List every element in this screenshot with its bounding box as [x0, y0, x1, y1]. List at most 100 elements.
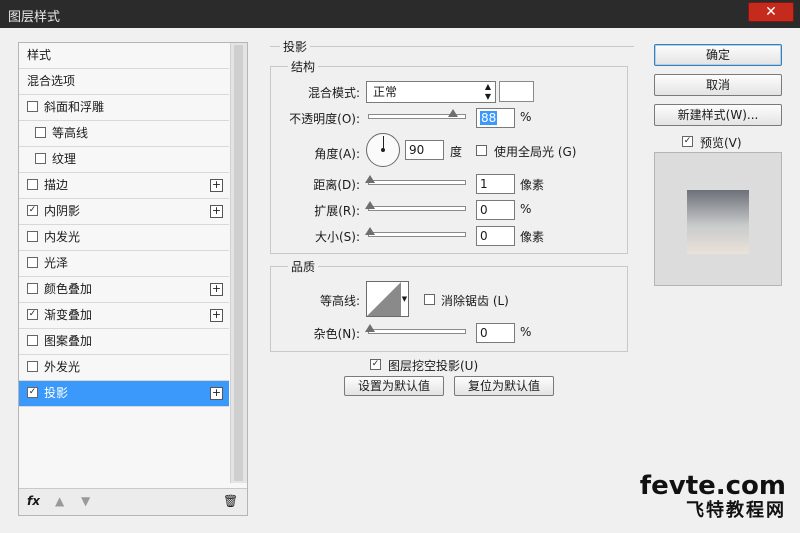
style-enable-checkbox[interactable]: [27, 257, 38, 268]
spread-slider-handle[interactable]: [365, 201, 375, 209]
style-list-item-label: 斜面和浮雕: [44, 100, 105, 114]
style-list: 样式混合选项斜面和浮雕等高线纹理描边 + ✓ 内阴影 + 内发光光泽颜色叠加 + ✓ 渐变叠加 +…: [19, 43, 229, 407]
style-list-item[interactable]: ✓ 投影 +: [19, 381, 229, 407]
preview-checkbox[interactable]: ✓: [682, 136, 693, 147]
size-slider-handle[interactable]: [365, 227, 375, 235]
add-style-instance-icon[interactable]: +: [210, 205, 223, 218]
style-list-item-label: 投影: [44, 386, 69, 400]
angle-unit: 度: [450, 145, 463, 159]
style-enable-checkbox[interactable]: [27, 179, 38, 190]
contour-dropdown-icon[interactable]: ▼: [401, 281, 409, 317]
spread-input[interactable]: 0: [476, 200, 515, 220]
add-style-instance-icon[interactable]: +: [210, 309, 223, 322]
style-list-item[interactable]: 斜面和浮雕: [19, 95, 229, 121]
style-list-item[interactable]: 混合选项: [19, 69, 229, 95]
style-enable-checkbox[interactable]: ✓: [27, 205, 38, 216]
distance-input[interactable]: 1: [476, 174, 515, 194]
distance-label: 距离(D):: [313, 178, 360, 192]
style-list-item-label: 混合选项: [27, 74, 76, 88]
add-style-instance-icon[interactable]: +: [210, 283, 223, 296]
size-input[interactable]: 0: [476, 226, 515, 246]
style-list-item-label: 渐变叠加: [44, 308, 93, 322]
arrow-down-icon[interactable]: ▼: [81, 494, 90, 508]
style-enable-checkbox[interactable]: [27, 335, 38, 346]
style-preview: [654, 152, 782, 286]
style-list-item-label: 内发光: [44, 230, 81, 244]
style-list-item-label: 内阴影: [44, 204, 81, 218]
style-enable-checkbox[interactable]: [27, 101, 38, 112]
angle-dial[interactable]: [366, 133, 400, 167]
new-style-button[interactable]: 新建样式(W)...: [654, 104, 782, 126]
anti-alias-checkbox[interactable]: [424, 294, 435, 305]
knockout-checkbox[interactable]: ✓: [370, 359, 381, 370]
blend-mode-value: 正常: [373, 85, 398, 99]
style-list-item-label: 样式: [27, 48, 52, 62]
select-arrows-icon: ▲ ▼: [484, 82, 491, 101]
watermark-logo: fevte.com 飞特教程网: [640, 472, 786, 522]
noise-slider-handle[interactable]: [365, 324, 375, 332]
style-enable-checkbox[interactable]: ✓: [27, 309, 38, 320]
trash-icon[interactable]: 🗑: [223, 494, 238, 508]
contour-picker[interactable]: [366, 281, 402, 317]
cancel-button[interactable]: 取消: [654, 74, 782, 96]
window-title: 图层样式: [8, 10, 61, 25]
opacity-label: 不透明度(O):: [289, 112, 360, 126]
style-enable-checkbox[interactable]: [27, 231, 38, 242]
opacity-slider[interactable]: [368, 109, 466, 119]
section-title: 投影: [280, 38, 311, 55]
style-list-item-label: 等高线: [52, 126, 89, 140]
fx-button[interactable]: fx: [27, 494, 40, 508]
noise-unit: %: [520, 325, 532, 339]
structure-title: 结构: [288, 58, 319, 75]
opacity-input[interactable]: 88: [476, 108, 515, 128]
size-slider[interactable]: [365, 227, 466, 237]
quality-title: 品质: [288, 258, 319, 275]
close-button[interactable]: ✕: [748, 2, 794, 22]
global-light-checkbox[interactable]: [476, 145, 487, 156]
style-list-item[interactable]: 描边 +: [19, 173, 229, 199]
noise-input[interactable]: 0: [476, 323, 515, 343]
anti-alias-label: 消除锯齿 (L): [441, 294, 509, 308]
preview-swatch: [687, 190, 749, 254]
add-style-instance-icon[interactable]: +: [210, 387, 223, 400]
global-light-label: 使用全局光 (G): [494, 145, 577, 159]
opacity-slider-handle[interactable]: [448, 109, 459, 117]
style-list-item-label: 描边: [44, 178, 69, 192]
distance-slider-handle[interactable]: [365, 175, 375, 183]
blend-mode-select[interactable]: 正常 ▲ ▼: [366, 81, 496, 103]
style-enable-checkbox[interactable]: [27, 283, 38, 294]
spread-slider[interactable]: [365, 201, 466, 211]
arrow-up-icon[interactable]: ▲: [55, 494, 64, 508]
style-list-item[interactable]: 纹理: [19, 147, 229, 173]
spread-label: 扩展(R):: [314, 204, 360, 218]
reset-default-button[interactable]: 复位为默认值: [454, 376, 554, 396]
ok-button[interactable]: 确定: [654, 44, 782, 66]
angle-input[interactable]: 90: [405, 140, 444, 160]
make-default-button[interactable]: 设置为默认值: [344, 376, 444, 396]
style-enable-checkbox[interactable]: [35, 127, 46, 138]
opacity-unit: %: [520, 110, 532, 124]
spread-unit: %: [520, 202, 532, 216]
style-enable-checkbox[interactable]: [35, 153, 46, 164]
distance-slider[interactable]: [365, 175, 466, 185]
style-enable-checkbox[interactable]: ✓: [27, 387, 38, 398]
knockout-label: 图层挖空投影(U): [388, 359, 479, 373]
add-style-instance-icon[interactable]: +: [210, 179, 223, 192]
angle-label: 角度(A):: [314, 147, 360, 161]
style-list-item[interactable]: 光泽: [19, 251, 229, 277]
noise-slider[interactable]: [365, 324, 466, 334]
style-list-item[interactable]: 样式: [19, 43, 229, 69]
style-list-item[interactable]: ✓ 内阴影 +: [19, 199, 229, 225]
title-bar: 图层样式 ✕: [0, 0, 800, 28]
style-list-item[interactable]: 颜色叠加 +: [19, 277, 229, 303]
style-list-item[interactable]: 图案叠加: [19, 329, 229, 355]
style-enable-checkbox[interactable]: [27, 361, 38, 372]
shadow-color-swatch[interactable]: [499, 81, 534, 102]
style-list-item[interactable]: 外发光: [19, 355, 229, 381]
style-list-item-label: 外发光: [44, 360, 81, 374]
style-list-item[interactable]: 内发光: [19, 225, 229, 251]
style-list-item[interactable]: ✓ 渐变叠加 +: [19, 303, 229, 329]
style-list-item-label: 颜色叠加: [44, 282, 93, 296]
style-list-scrollbar[interactable]: [230, 43, 247, 483]
style-list-item[interactable]: 等高线: [19, 121, 229, 147]
